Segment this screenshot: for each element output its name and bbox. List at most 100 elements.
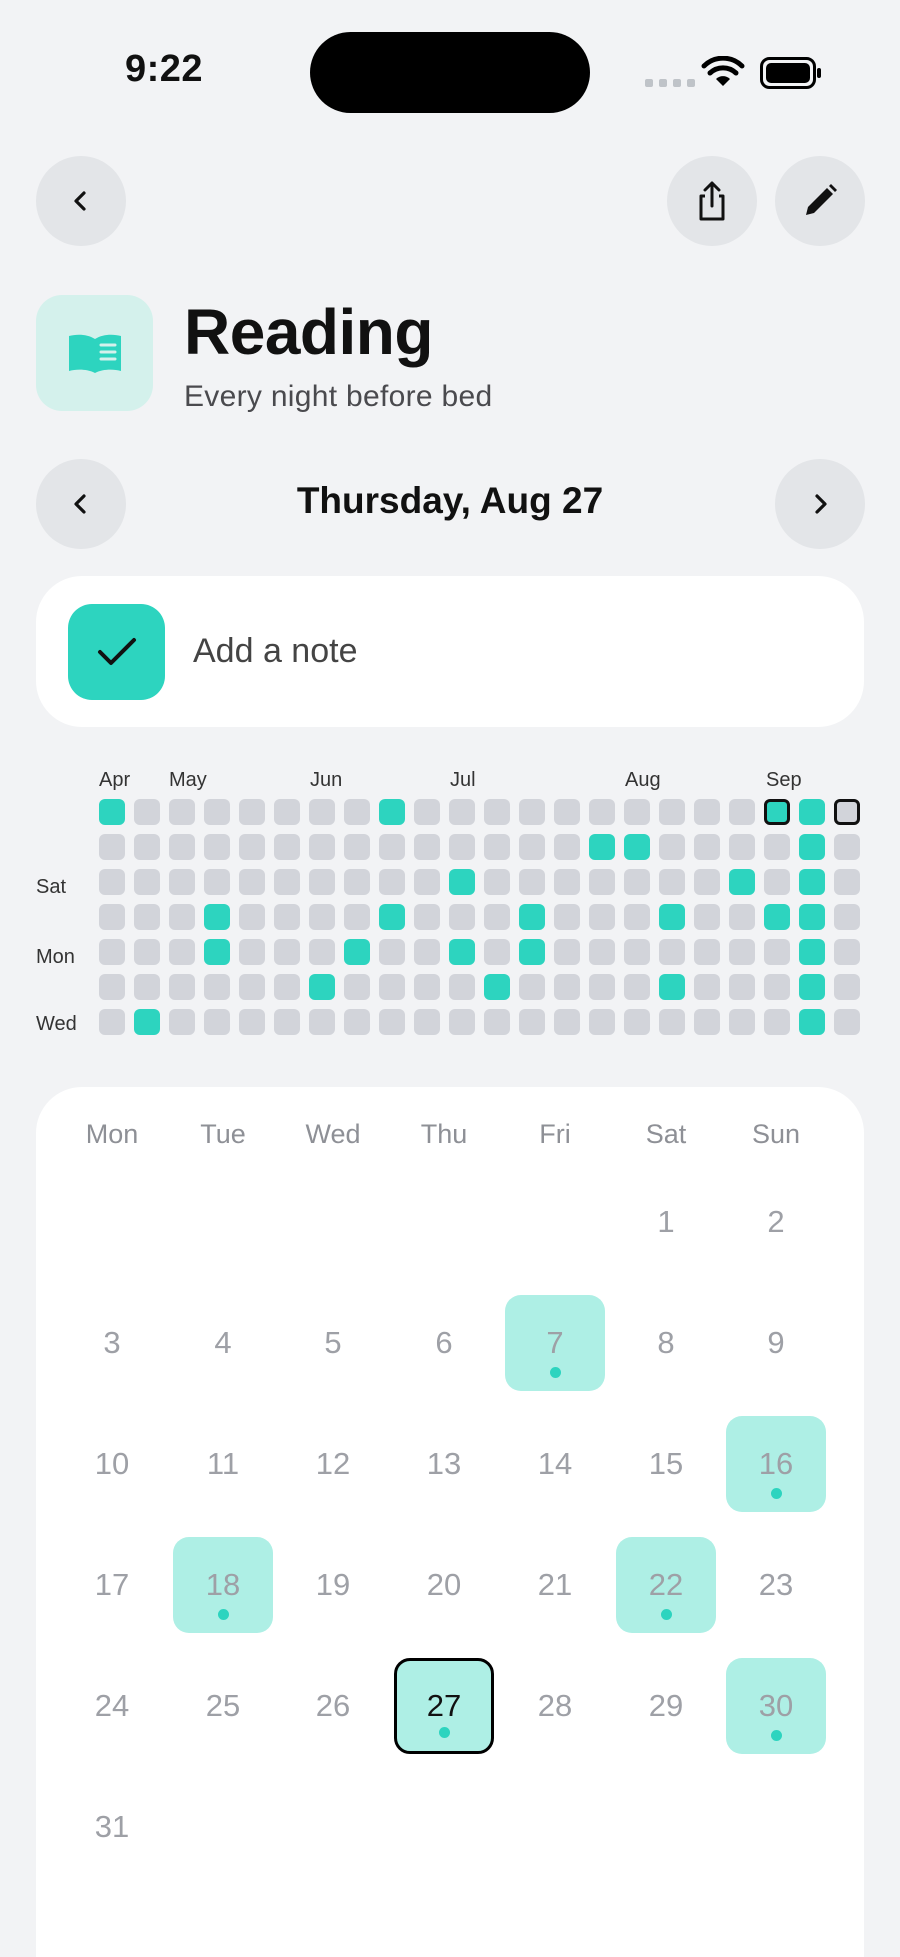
heatmap-cell [344, 1009, 370, 1035]
heatmap-cell [204, 834, 230, 860]
heatmap-cell [379, 869, 405, 895]
heatmap-cell [589, 869, 615, 895]
heatmap-cell [694, 799, 720, 825]
calendar-day[interactable]: 28 [505, 1658, 605, 1754]
share-button[interactable] [667, 156, 757, 246]
calendar-day[interactable]: 4 [173, 1295, 273, 1391]
heatmap-cell [799, 974, 825, 1000]
calendar-day[interactable]: 8 [616, 1295, 716, 1391]
heatmap-cell [799, 834, 825, 860]
heatmap-month-label: Sep [766, 769, 802, 791]
heatmap-cell [554, 869, 580, 895]
battery-icon [760, 57, 821, 89]
share-icon [699, 181, 725, 221]
heatmap-cell [414, 834, 440, 860]
calendar-day[interactable]: 19 [283, 1537, 383, 1633]
calendar-day[interactable]: 22 [616, 1537, 716, 1633]
calendar-day[interactable]: 5 [283, 1295, 383, 1391]
calendar-day[interactable]: 15 [616, 1416, 716, 1512]
calendar-day[interactable]: 7 [505, 1295, 605, 1391]
status-time: 9:22 [125, 48, 204, 90]
heatmap-cell [554, 939, 580, 965]
heatmap-cell [414, 799, 440, 825]
add-note-input[interactable]: Add a note [193, 632, 357, 671]
pencil-icon [806, 184, 837, 215]
heatmap-cell [169, 904, 195, 930]
heatmap-cell [764, 974, 790, 1000]
calendar-day[interactable]: 10 [62, 1416, 162, 1512]
activity-heatmap: Apr May Jun Jul Aug Sep Sat Mon Wed [0, 760, 900, 1060]
heatmap-cell [204, 869, 230, 895]
heatmap-cell [624, 939, 650, 965]
calendar-day[interactable]: 23 [726, 1537, 826, 1633]
heatmap-cell [519, 974, 545, 1000]
calendar-day[interactable]: 18 [173, 1537, 273, 1633]
weekday-label: Fri [539, 1119, 571, 1149]
weekday-label: Wed [305, 1119, 361, 1149]
heatmap-cell [379, 799, 405, 825]
heatmap-cell [729, 1009, 755, 1035]
heatmap-cell [239, 869, 265, 895]
calendar-day[interactable]: 24 [62, 1658, 162, 1754]
weekday-label: Mon [85, 1119, 139, 1149]
heatmap-cell [344, 799, 370, 825]
calendar-day[interactable]: 17 [62, 1537, 162, 1633]
calendar-day[interactable]: 11 [173, 1416, 273, 1512]
calendar-day[interactable]: 1 [616, 1174, 716, 1270]
calendar-day[interactable]: 9 [726, 1295, 826, 1391]
completion-dot [770, 1730, 782, 1741]
heatmap-cell [379, 939, 405, 965]
heatmap-cell [764, 869, 790, 895]
calendar-day-number: 1 [657, 1204, 675, 1239]
next-day-button[interactable] [775, 459, 865, 549]
heatmap-cell [309, 904, 335, 930]
back-button[interactable] [36, 156, 126, 246]
calendar-day[interactable]: 12 [283, 1416, 383, 1512]
calendar-day[interactable]: 25 [173, 1658, 273, 1754]
wifi-icon [701, 56, 745, 86]
heatmap-month-label: May [169, 769, 207, 791]
selected-date: Thursday, Aug 27 [296, 480, 604, 521]
heatmap-cell [519, 834, 545, 860]
open-book-icon [68, 334, 121, 373]
heatmap-cell [484, 904, 510, 930]
completion-checkbox[interactable] [68, 604, 165, 700]
calendar-day-number: 20 [426, 1567, 462, 1602]
calendar-day[interactable]: 21 [505, 1537, 605, 1633]
calendar-day-number: 29 [648, 1688, 684, 1723]
heatmap-cell [274, 904, 300, 930]
heatmap-cell [589, 904, 615, 930]
heatmap-cell [99, 939, 125, 965]
heatmap-month-label: Aug [625, 769, 661, 791]
calendar-day-number: 9 [767, 1325, 785, 1360]
habit-subtitle: Every night before bed [184, 380, 493, 413]
heatmap-cell [484, 869, 510, 895]
calendar-day[interactable]: 29 [616, 1658, 716, 1754]
checkmark-icon [97, 638, 136, 665]
heatmap-cell [99, 1009, 125, 1035]
heatmap-cell [449, 939, 475, 965]
calendar-day[interactable]: 27 [394, 1658, 494, 1754]
heatmap-cell [834, 869, 860, 895]
heatmap-month-label: Apr [99, 769, 131, 791]
calendar-day-number: 22 [648, 1567, 684, 1602]
heatmap-cell [414, 904, 440, 930]
heatmap-cell [204, 904, 230, 930]
heatmap-cell [834, 799, 860, 825]
calendar-day[interactable]: 6 [394, 1295, 494, 1391]
calendar-day[interactable]: 26 [283, 1658, 383, 1754]
calendar-day[interactable]: 31 [62, 1779, 162, 1875]
heatmap-cell [414, 1009, 440, 1035]
edit-button[interactable] [775, 156, 865, 246]
heatmap-cell [414, 974, 440, 1000]
calendar-day[interactable]: 20 [394, 1537, 494, 1633]
calendar-day[interactable]: 3 [62, 1295, 162, 1391]
calendar-day[interactable]: 14 [505, 1416, 605, 1512]
heatmap-cell [379, 1009, 405, 1035]
calendar-day[interactable]: 16 [726, 1416, 826, 1512]
calendar-day[interactable]: 2 [726, 1174, 826, 1270]
calendar-day[interactable]: 13 [394, 1416, 494, 1512]
heatmap-cell [449, 834, 475, 860]
calendar-day[interactable]: 30 [726, 1658, 826, 1754]
calendar-day-number: 12 [315, 1446, 351, 1481]
